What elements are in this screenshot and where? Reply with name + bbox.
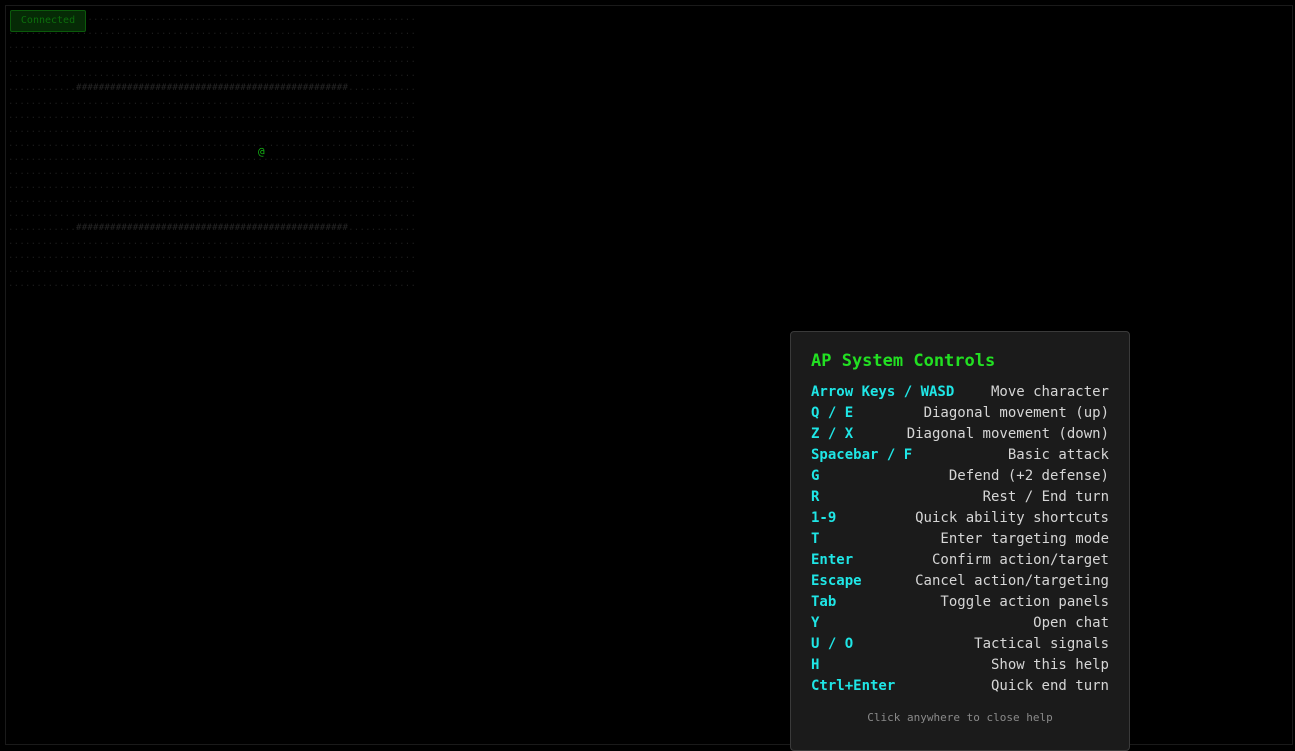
map-row: ........................................… (8, 153, 417, 163)
control-row: R Rest / End turn (811, 487, 1109, 508)
control-row: T Enter targeting mode (811, 529, 1109, 550)
control-key: T (811, 531, 820, 547)
control-key: Escape (811, 573, 862, 589)
control-key: G (811, 468, 820, 484)
map-row: ........................................… (8, 69, 417, 79)
map-row: ............############################… (8, 83, 417, 93)
control-key: Y (811, 615, 820, 631)
control-description: Quick end turn (990, 678, 1109, 694)
control-key: Z / X (811, 426, 854, 442)
control-key: Spacebar / F (811, 447, 913, 463)
connection-status-badge: Connected (10, 10, 86, 32)
control-description: Show this help (990, 657, 1109, 673)
control-key: 1-9 (811, 510, 837, 526)
control-description: Confirm action/target (931, 552, 1109, 568)
map-row: ............############################… (8, 223, 417, 233)
control-key: Arrow Keys / WASD (811, 384, 955, 400)
map-row: ........................................… (8, 139, 417, 149)
control-description: Enter targeting mode (940, 531, 1109, 547)
control-description: Move character (990, 384, 1109, 400)
map-row: ........................................… (8, 97, 417, 107)
control-description: Quick ability shortcuts (915, 510, 1109, 526)
control-key: Enter (811, 552, 854, 568)
map-row: ........................................… (8, 237, 417, 247)
control-description: Rest / End turn (982, 489, 1109, 505)
control-row: Arrow Keys / WASD Move character (811, 382, 1109, 403)
control-row: Tab Toggle action panels (811, 592, 1109, 613)
map-row: ........................................… (8, 41, 417, 51)
map-row: ........................................… (8, 111, 417, 121)
control-description: Open chat (1033, 615, 1109, 631)
map-row: ........................................… (8, 209, 417, 219)
control-row: Z / X Diagonal movement (down) (811, 424, 1109, 445)
map-row: ........................................… (8, 181, 417, 191)
control-row: Y Open chat (811, 613, 1109, 634)
map-row: ........................................… (8, 167, 417, 177)
control-description: Diagonal movement (up) (923, 405, 1109, 421)
control-row: Enter Confirm action/target (811, 550, 1109, 571)
map-row: ........................................… (8, 55, 417, 65)
help-close-hint[interactable]: Click anywhere to close help (811, 711, 1109, 724)
map-row: ........................................… (8, 125, 417, 135)
control-row: Spacebar / F Basic attack (811, 445, 1109, 466)
control-row: Escape Cancel action/targeting (811, 571, 1109, 592)
control-row: G Defend (+2 defense) (811, 466, 1109, 487)
map-row: ........................................… (8, 251, 417, 261)
control-description: Diagonal movement (down) (906, 426, 1109, 442)
help-panel[interactable]: AP System Controls Arrow Keys / WASD Move… (790, 331, 1130, 751)
control-description: Tactical signals (974, 636, 1109, 652)
control-key: H (811, 657, 820, 673)
control-row: Ctrl+Enter Quick end turn (811, 676, 1109, 697)
control-key: R (811, 489, 820, 505)
control-key: U / O (811, 636, 854, 652)
control-key: Tab (811, 594, 837, 610)
control-description: Basic attack (1007, 447, 1109, 463)
control-key: Q / E (811, 405, 854, 421)
control-row: U / O Tactical signals (811, 634, 1109, 655)
control-row: H Show this help (811, 655, 1109, 676)
map-row: ........................................… (8, 195, 417, 205)
map-wall: ########################################… (76, 83, 349, 93)
control-description: Defend (+2 defense) (948, 468, 1109, 484)
help-title: AP System Controls (811, 351, 996, 371)
control-key: Ctrl+Enter (811, 678, 896, 694)
map-row: ........................................… (8, 265, 417, 275)
control-row: 1-9 Quick ability shortcuts (811, 508, 1109, 529)
control-description: Toggle action panels (940, 594, 1109, 610)
map-wall: ########################################… (76, 223, 349, 233)
control-description: Cancel action/targeting (915, 573, 1109, 589)
player-character: @ (258, 145, 265, 158)
controls-list: Arrow Keys / WASD Move character Q / E Diag… (811, 382, 1109, 697)
control-row: Q / E Diagonal movement (up) (811, 403, 1109, 424)
map-row: ........................................… (8, 279, 417, 289)
